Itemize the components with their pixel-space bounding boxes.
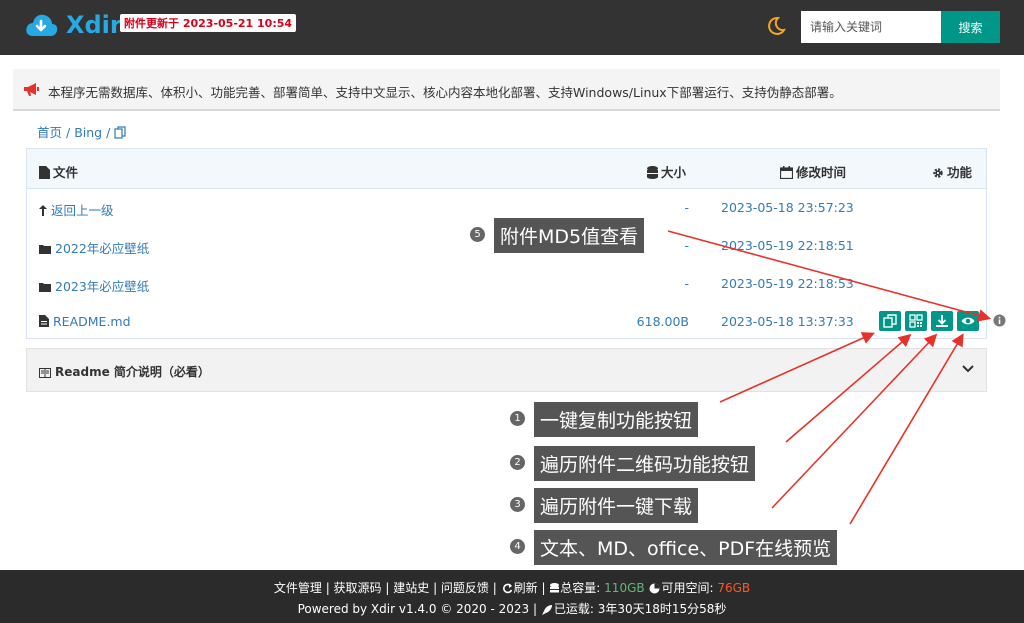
megaphone-icon xyxy=(24,83,39,96)
notice-bar: 本程序无需数据库、体积小、功能完善、部署简单、支持中文显示、核心内容本地化部署、… xyxy=(13,69,1000,111)
folder-icon xyxy=(39,245,51,254)
powered-by: Powered by Xdir v1.4.0 xyxy=(297,602,437,616)
notice-text: 本程序无需数据库、体积小、功能完善、部署简单、支持中文显示、核心内容本地化部署、… xyxy=(48,85,842,100)
breadcrumb: 首页 / Bing / xyxy=(37,122,126,141)
annotation-download: 遍历附件一键下载 xyxy=(534,488,699,523)
folder-icon xyxy=(39,283,51,292)
annotation-number: 3 xyxy=(510,497,525,512)
footer-link-refresh[interactable]: 刷新 xyxy=(514,581,538,595)
table-header: 文件 大小 修改时间 功能 xyxy=(27,149,986,189)
header-time: 修改时间 xyxy=(780,162,846,181)
footer-link-files[interactable]: 文件管理 xyxy=(274,581,322,595)
breadcrumb-home[interactable]: 首页 xyxy=(37,125,62,140)
footer-link-history[interactable]: 建站史 xyxy=(393,581,429,595)
readme-panel[interactable]: Readme 简介说明（必看） xyxy=(26,348,987,392)
header-action: 功能 xyxy=(932,162,972,181)
qrcode-icon xyxy=(909,314,923,328)
refresh-icon xyxy=(502,583,512,594)
file-time: 2023-05-18 23:57:23 xyxy=(721,200,854,215)
file-size: - xyxy=(684,276,689,291)
cloud-download-icon[interactable] xyxy=(24,12,58,38)
update-badge: 附件更新于 2023-05-21 10:54 xyxy=(120,14,297,32)
free-value: 76GB xyxy=(717,581,751,595)
copy-path-icon[interactable] xyxy=(114,126,126,139)
return-icon xyxy=(39,205,47,216)
file-name[interactable]: README.md xyxy=(39,314,131,329)
total-value: 110GB xyxy=(604,581,645,595)
annotation-number: 4 xyxy=(510,539,525,554)
annotation-number: 5 xyxy=(470,227,485,242)
file-time: 2023-05-19 22:18:51 xyxy=(721,238,854,253)
total-label: 总容量: xyxy=(560,581,601,595)
file-name[interactable]: 2023年必应壁纸 xyxy=(39,276,149,295)
file-name[interactable]: 2022年必应壁纸 xyxy=(39,238,149,257)
calendar-icon xyxy=(780,166,793,179)
moon-icon[interactable] xyxy=(766,16,786,36)
footer-link-feedback[interactable]: 问题反馈 xyxy=(441,581,489,595)
search-input[interactable] xyxy=(801,11,941,43)
database-icon xyxy=(550,583,560,593)
table-row[interactable]: README.md 618.00B 2023-05-18 13:37:33 xyxy=(27,303,986,341)
header-size: 大小 xyxy=(647,162,686,181)
free-label: 可用空间: xyxy=(661,581,714,595)
annotation-preview: 文本、MD、office、PDF在线预览 xyxy=(534,530,838,565)
file-icon xyxy=(39,166,50,179)
uptime-label: 已运载: xyxy=(553,602,594,616)
chevron-down-icon[interactable] xyxy=(962,365,974,373)
copy-button[interactable] xyxy=(879,311,901,331)
top-header: Xdir 附件更新于 2023-05-21 10:54 搜索 xyxy=(0,0,1024,55)
footer-link-source[interactable]: 获取源码 xyxy=(334,581,382,595)
qrcode-button[interactable] xyxy=(905,311,927,331)
table-row[interactable]: 2023年必应壁纸 - 2023-05-19 22:18:53 xyxy=(27,265,986,303)
pie-chart-icon xyxy=(649,583,660,594)
file-time: 2023-05-18 13:37:33 xyxy=(721,314,854,329)
search-button[interactable]: 搜索 xyxy=(941,11,1000,43)
gear-icon xyxy=(933,168,943,178)
annotation-qrcode: 遍历附件二维码功能按钮 xyxy=(534,446,756,481)
file-size: - xyxy=(684,238,689,253)
book-icon xyxy=(39,368,51,378)
header-file: 文件 xyxy=(39,162,78,181)
uptime-value: 3年30天18时15分58秒 xyxy=(597,602,727,616)
file-text-icon xyxy=(39,315,49,327)
footer: 文件管理 | 获取源码 | 建站史 | 问题反馈 | 刷新 | 总容量: 110… xyxy=(0,570,1024,623)
readme-title[interactable]: Readme 简介说明（必看） xyxy=(39,363,210,380)
breadcrumb-current[interactable]: Bing xyxy=(74,125,102,140)
file-size: 618.00B xyxy=(636,314,689,329)
download-icon xyxy=(936,315,948,327)
download-button[interactable] xyxy=(931,311,953,331)
preview-button[interactable] xyxy=(957,311,979,331)
annotation-copy: 一键复制功能按钮 xyxy=(534,402,699,437)
logo-text[interactable]: Xdir xyxy=(66,11,122,39)
file-time: 2023-05-19 22:18:53 xyxy=(721,276,854,291)
annotation-md5: 附件MD5值查看 xyxy=(494,218,645,253)
file-size: - xyxy=(684,200,689,215)
annotation-number: 1 xyxy=(510,411,525,426)
annotation-number: 2 xyxy=(510,455,525,470)
copy-icon xyxy=(883,314,897,328)
footer-links: 文件管理 | 获取源码 | 建站史 | 问题反馈 | 刷新 | 总容量: 110… xyxy=(273,581,751,595)
database-icon xyxy=(647,166,658,179)
rocket-icon xyxy=(541,605,552,615)
copyright: © 2020 - 2023 xyxy=(440,602,530,616)
eye-icon xyxy=(961,317,975,325)
footer-powered: Powered by Xdir v1.4.0 © 2020 - 2023 | 已… xyxy=(297,602,727,616)
file-name[interactable]: 返回上一级 xyxy=(39,200,114,219)
info-icon[interactable] xyxy=(993,314,1006,327)
